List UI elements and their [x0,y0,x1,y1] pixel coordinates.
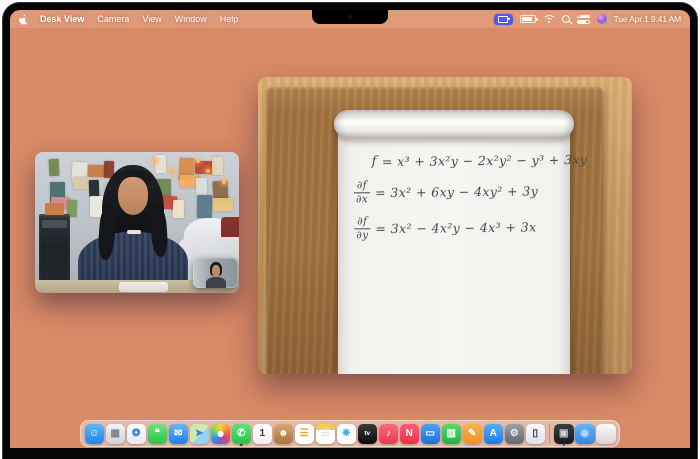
dock-mail-icon[interactable]: ✉ [169,424,189,444]
dock-photos-icon[interactable] [211,424,231,444]
dock-pages-icon[interactable]: ✎ [463,424,483,444]
dock-separator [549,424,550,444]
dock-desk-view-icon[interactable]: ▣ [554,424,574,444]
dock-news-icon[interactable]: N [400,424,420,444]
dock-safari-icon[interactable]: ❂ [127,424,147,444]
menu-window[interactable]: Window [175,14,207,24]
menu-desk-view[interactable]: Desk View [40,14,84,24]
caller-collar [127,230,141,234]
dock-finder-icon[interactable]: ☺ [85,424,105,444]
dock-notes-icon[interactable]: ☰ [316,424,336,444]
dock-messages-icon[interactable]: ❝ [148,424,168,444]
self-view-pip[interactable] [193,258,238,288]
dock-freeform-icon[interactable]: ❋ [337,424,357,444]
search-icon[interactable] [562,15,570,23]
shelf-item [45,203,63,216]
dock-launchpad-icon[interactable]: ▦ [106,424,126,444]
dock-contacts-icon[interactable]: ☻ [274,424,294,444]
dock-music-icon[interactable]: ♪ [379,424,399,444]
dock-app-store-icon[interactable]: A [484,424,504,444]
display-notch [312,10,388,24]
status-icons: Tue Apr 1 9:41 AM [494,14,681,25]
menu-items: Desk View Camera View Window Help [40,14,238,24]
camera-dot [348,15,352,19]
menu-bar-clock[interactable]: Tue Apr 1 9:41 AM [614,14,681,24]
equation-line-3: ∂f∂y= 3x² − 4x²y − 4x³ + 3x [354,214,618,242]
menu-view[interactable]: View [142,14,161,24]
menu-camera[interactable]: Camera [97,14,129,24]
wifi-icon[interactable] [543,15,555,24]
desk-view-window[interactable]: f= x³ + 3x²y − 2x²y² − y³ + 3xy ∂f∂x= 3x²… [258,77,632,374]
control-center-icon[interactable] [577,15,590,24]
screen: Desk View Camera View Window Help Tue Apr 1 … [10,10,690,448]
apple-logo [19,14,28,25]
self-view-shirt [206,277,227,288]
dock-trash-icon[interactable] [596,424,616,444]
caller-laptop [119,282,168,292]
dock-reminders-icon[interactable]: ☰ [295,424,315,444]
dock-maps-icon[interactable]: ➤ [190,424,210,444]
siri-icon[interactable] [597,14,607,24]
equation-line-1: f= x³ + 3x²y − 2x²y² − y³ + 3xy [372,152,618,170]
dock-iphone-mirroring-icon[interactable]: ▯ [526,424,546,444]
dock-calendar-icon[interactable]: 1 [253,424,273,444]
string-lights [153,158,231,195]
dock-keynote-icon[interactable]: ▭ [421,424,441,444]
dock: ☺▦❂❝✉➤✆1☻☰☰❋tv♪N▭▥✎A⚙▯▣◉ [80,420,620,447]
notepad-rolled-pages [334,110,574,138]
dock-system-settings-icon[interactable]: ⚙ [505,424,525,444]
facetime-window[interactable] [35,152,239,293]
screen-sharing-indicator-icon[interactable] [494,14,513,25]
dock-facetime-icon[interactable]: ✆ [232,424,252,444]
dock-numbers-icon[interactable]: ▥ [442,424,462,444]
apple-menu[interactable] [19,14,28,25]
self-view-face [212,265,220,276]
menu-help[interactable]: Help [220,14,239,24]
dock-downloads-folder-icon[interactable]: ◉ [575,424,595,444]
equation-line-2: ∂f∂x= 3x² + 6xy − 4xy² + 3y [354,178,618,206]
battery-icon[interactable] [520,15,536,23]
equations: f= x³ + 3x²y − 2x²y² − y³ + 3xy ∂f∂x= 3x²… [354,150,619,242]
macbook-frame: Desk View Camera View Window Help Tue Apr 1 … [2,2,698,459]
dock-tv-icon[interactable]: tv [358,424,378,444]
